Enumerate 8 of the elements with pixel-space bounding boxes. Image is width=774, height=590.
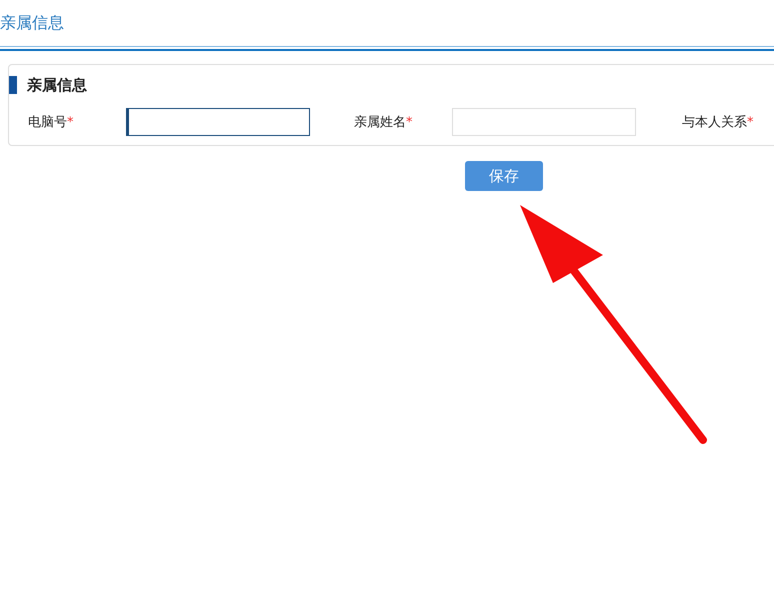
input-field[interactable] — [126, 108, 310, 136]
field-label: 电脑号* — [28, 114, 74, 131]
section-marker-icon — [9, 76, 17, 94]
page-title: 亲属信息 — [0, 12, 64, 34]
field-label: 亲属姓名* — [354, 114, 414, 131]
save-button[interactable]: 保存 — [465, 161, 543, 191]
section-title: 亲属信息 — [27, 76, 87, 94]
field-label: 与本人关系* — [682, 114, 754, 131]
